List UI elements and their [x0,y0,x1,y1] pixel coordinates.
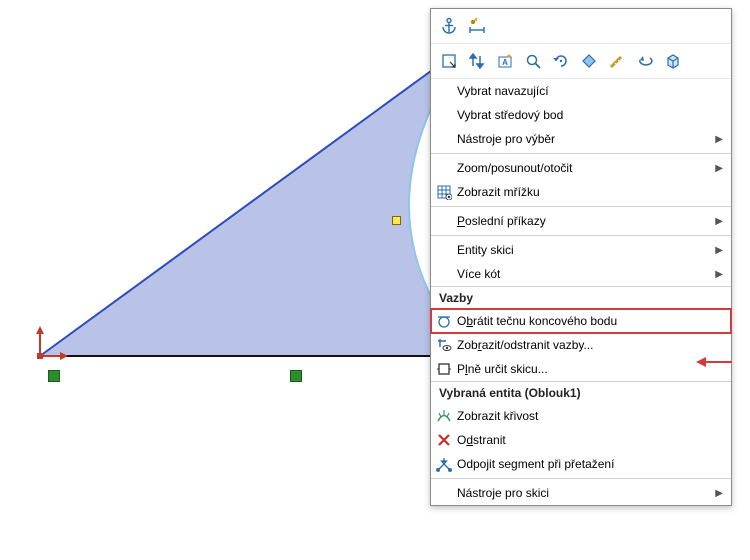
menu-show-grid[interactable]: Zobrazit mřížku [431,180,731,204]
box3d-icon[interactable] [661,49,685,73]
menu-more-dimensions[interactable]: Více kót▶ [431,262,731,286]
menu-reverse-endpoint-tangent[interactable]: Obrátit tečnu koncového bodu [431,309,731,333]
menu-show-curvature[interactable]: Zobrazit křivost [431,404,731,428]
menu-label: Vybrat středový bod [457,108,723,122]
menu-sketch-entities[interactable]: Entity skici▶ [431,238,731,262]
menu-label: Více kót [457,267,707,281]
menu-detach-segment[interactable]: Odpojit segment při přetažení [431,452,731,476]
grid-icon [431,180,457,204]
select-box-icon[interactable] [437,49,461,73]
menu-select-chain[interactable]: Vybrat navazující [431,79,731,103]
menu-label: Odstranit [457,433,723,447]
anchor-icon[interactable] [437,14,461,38]
submenu-arrow-icon: ▶ [707,488,723,499]
menu-header-selected-entity: Vybraná entita (Oblouk1) [431,381,731,404]
measure-icon[interactable] [605,49,629,73]
submenu-arrow-icon: ▶ [707,163,723,174]
menu-label: Zoom/posunout/otočit [457,161,707,175]
menu-select-midpoint[interactable]: Vybrat středový bod [431,103,731,127]
horizontal-constraint-icon[interactable] [48,370,60,382]
horizontal-constraint-icon[interactable] [290,370,302,382]
menu-separator [431,153,731,154]
eye-icon [431,333,457,357]
menu-separator [431,206,731,207]
arc-midpoint-handle[interactable] [392,216,401,225]
submenu-arrow-icon: ▶ [707,134,723,145]
smart-dimension-icon[interactable] [465,14,489,38]
note-icon[interactable]: A [493,49,517,73]
sort-icon[interactable] [465,49,489,73]
tangent-icon [431,309,457,333]
svg-text:A: A [502,58,508,67]
menu-fully-define-sketch[interactable]: Plně určit skicu... [431,357,731,381]
detach-icon [431,452,457,476]
menu-label: Vybrat navazující [457,84,723,98]
rhombus-icon[interactable] [577,49,601,73]
menu-recent-commands[interactable]: Poslední příkazy▶ [431,209,731,233]
menu-label: Entity skici [457,243,707,257]
menu-label: Odpojit segment při přetažení [457,457,723,471]
menu-label: Zobrazit/odstranit vazby... [457,338,723,352]
menu-label: Zobrazit křivost [457,409,723,423]
context-menu: A Vybrat navazující Vybrat středový bod … [430,8,732,506]
menu-header-relations: Vazby [431,286,731,309]
sketch-origin-icon [34,326,68,360]
menu-separator [431,235,731,236]
submenu-arrow-icon: ▶ [707,216,723,227]
menu-label: Nástroje pro výběr [457,132,707,146]
undo-icon[interactable] [633,49,657,73]
context-toolbar-row-2: A [431,44,731,79]
menu-selection-tools[interactable]: Nástroje pro výběr▶ [431,127,731,151]
menu-label: Zobrazit mřížku [457,185,723,199]
menu-zoom-pan-rotate[interactable]: Zoom/posunout/otočit▶ [431,156,731,180]
menu-label: Poslední příkazy [457,214,707,228]
define-icon [431,357,457,381]
menu-sketch-tools[interactable]: Nástroje pro skici▶ [431,481,731,505]
menu-label: Plně určit skicu... [457,362,723,376]
curvature-icon [431,404,457,428]
rotate-icon[interactable] [549,49,573,73]
submenu-arrow-icon: ▶ [707,269,723,280]
menu-label: Nástroje pro skici [457,486,707,500]
zoom-icon[interactable] [521,49,545,73]
menu-separator [431,478,731,479]
submenu-arrow-icon: ▶ [707,245,723,256]
menu-display-delete-relations[interactable]: Zobrazit/odstranit vazby... [431,333,731,357]
menu-label: Obrátit tečnu koncového bodu [457,314,723,328]
menu-delete[interactable]: Odstranit [431,428,731,452]
context-toolbar-row-1 [431,9,731,44]
delete-icon [431,428,457,452]
callout-arrow-icon [694,354,734,370]
